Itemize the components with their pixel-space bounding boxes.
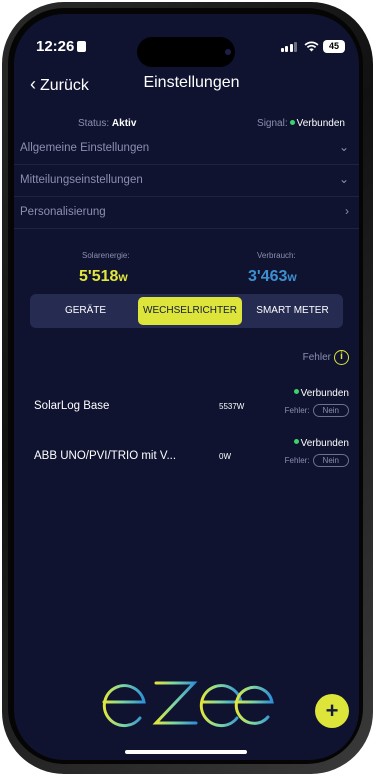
signal-indicator: Signal: Verbunden [257, 118, 345, 129]
solar-label: Solarenergie: [82, 251, 130, 260]
status-indicator: Status: Aktiv [78, 118, 137, 129]
device-error-status: Fehler: Nein [285, 404, 349, 417]
chevron-down-icon: ⌄ [338, 140, 349, 154]
tab-devices[interactable]: GERÄTE [34, 297, 137, 325]
device-name: ABB UNO/PVI/TRIO mit V... [34, 450, 177, 462]
cellular-signal-icon [280, 42, 297, 52]
menu-item-general-settings[interactable]: Allgemeine Einstellungen ⌄ [14, 133, 359, 165]
battery-indicator: 45 [323, 40, 345, 53]
device-tabs: GERÄTE WECHSELRICHTER SMART METER [30, 294, 343, 328]
menu-item-notification-settings[interactable]: Mitteilungseinstellungen ⌄ [14, 165, 359, 197]
status-dot-icon [293, 439, 299, 444]
menu-item-label: Mitteilungseinstellungen [20, 174, 143, 186]
camera-dot [225, 49, 231, 55]
device-power: 0W [219, 452, 231, 461]
menu-item-label: Allgemeine Einstellungen [20, 142, 150, 154]
signal-value: Verbunden [296, 118, 345, 129]
device-row[interactable]: ABB UNO/PVI/TRIO mit V... 0W Verbunden F… [14, 436, 359, 476]
solar-value: 5'518w [79, 268, 128, 285]
tab-inverter[interactable]: WECHSELRICHTER [138, 297, 242, 325]
home-indicator[interactable] [125, 750, 247, 754]
wifi-icon [304, 39, 319, 55]
status-dot-icon [293, 389, 299, 394]
app-screen: 12:26 45 ‹ Zurück Einstellungen Status: A… [14, 14, 359, 760]
chevron-right-icon: › [345, 204, 349, 218]
consumption-label: Verbrauch: [257, 251, 296, 260]
phone-frame: 12:26 45 ‹ Zurück Einstellungen Status: A… [0, 0, 375, 776]
clock: 12:26 [36, 38, 87, 55]
error-badge: Nein [312, 404, 349, 417]
navigation-bar: ‹ Zurück Einstellungen [14, 70, 359, 100]
error-header-label: Fehler [302, 352, 331, 363]
page-title: Einstellungen [143, 74, 240, 91]
notification-icon [77, 41, 87, 52]
menu-item-label: Personalisierung [20, 206, 106, 218]
chevron-down-icon: ⌄ [338, 172, 349, 186]
consumption-value: 3'463w [248, 268, 297, 285]
device-power: 5537W [219, 402, 245, 411]
device-error-status: Fehler: Nein [285, 454, 349, 467]
status-dot-icon [289, 120, 295, 125]
ezee-logo: ezee [98, 671, 274, 728]
logo-text: ezee [98, 671, 101, 672]
menu-item-personalization[interactable]: Personalisierung › [14, 197, 359, 229]
device-connection-status: Verbunden [293, 438, 349, 449]
dynamic-island [137, 37, 235, 67]
add-button[interactable]: + [315, 694, 349, 728]
error-badge: Nein [312, 454, 349, 467]
device-row[interactable]: SolarLog Base 5537W Verbunden Fehler: Nei… [14, 386, 359, 426]
status-value: Aktiv [111, 118, 137, 129]
device-name: SolarLog Base [34, 400, 110, 412]
device-connection-status: Verbunden [293, 388, 349, 399]
info-icon[interactable]: i [334, 350, 349, 365]
tab-smart-meter[interactable]: SMART METER [244, 297, 341, 325]
error-column-header: Fehler i [303, 350, 349, 365]
